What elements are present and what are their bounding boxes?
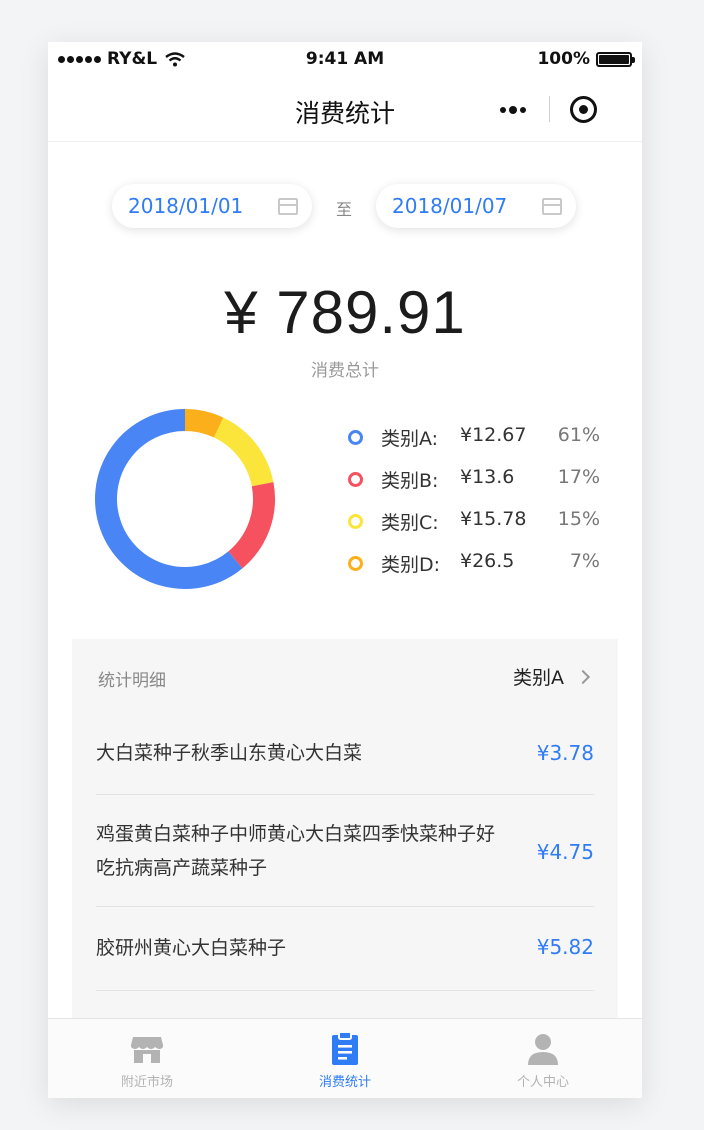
donut-slice-c (213, 417, 274, 487)
tab-bar: 附近市场 消费统计 个人中心 (48, 1018, 642, 1098)
legend-ring-icon (348, 472, 363, 487)
total-amount: ¥ 789.91 (224, 279, 466, 346)
page-title: 消费统计 (294, 99, 395, 128)
legend-ring-icon (348, 514, 363, 529)
chart-legend: 类别A: ¥12.67 61% 类别B: ¥13.6 17% 类别C: ¥15.78 15% 类别… (348, 422, 618, 590)
battery-group: 100% (537, 49, 635, 69)
spending-donut-chart (95, 409, 275, 589)
legend-category: 类别C: (381, 512, 439, 534)
chevron-right-icon (575, 669, 591, 684)
detail-header: 统计明细 类别A (72, 639, 618, 711)
list-item[interactable]: 胶研州黄心大白菜种子 ¥5.82 (96, 907, 594, 991)
tab-personal-center[interactable]: 个人中心 (444, 1019, 642, 1098)
legend-percent: 15% (557, 508, 600, 530)
legend-ring-icon (348, 556, 363, 571)
legend-percent: 17% (557, 466, 600, 488)
donut-slice-a (95, 409, 243, 589)
battery-icon (596, 51, 635, 67)
donut-slice-b (228, 482, 275, 569)
tab-label: 个人中心 (516, 1075, 569, 1090)
tab-label: 附近市场 (120, 1075, 173, 1090)
tab-nearby-market[interactable]: 附近市场 (48, 1019, 246, 1098)
start-date-picker[interactable]: 2018/01/01 (112, 184, 312, 228)
start-date-value: 2018/01/01 (128, 194, 244, 218)
battery-percent: 100% (537, 49, 590, 69)
status-bar: RY&L 9:41 AM 100% (48, 42, 642, 76)
store-icon (131, 1037, 163, 1063)
item-price: ¥4.75 (536, 840, 594, 864)
tab-spending-stats[interactable]: 消费统计 (246, 1019, 444, 1098)
item-name: 鸡蛋黄白菜种子中师黄心大白菜四季快菜种子好吃抗病高产蔬菜种子 (96, 823, 496, 879)
end-date-value: 2018/01/07 (392, 194, 508, 218)
item-price: ¥3.78 (536, 741, 594, 765)
calendar-icon (542, 198, 562, 215)
donut-slice-d (184, 409, 224, 438)
legend-value: ¥15.78 (460, 508, 527, 530)
total-label: 消费总计 (311, 361, 379, 381)
phone-screen: RY&L 9:41 AM 100% 消费统计 2018/01/01 至 2018… (48, 42, 642, 1098)
user-icon (528, 1034, 558, 1065)
item-name: 胶研州黄心大白菜种子 (96, 937, 287, 959)
nav-divider (549, 96, 550, 122)
legend-percent: 7% (569, 550, 600, 572)
legend-item: 类别C: ¥15.78 15% (348, 506, 618, 548)
calendar-icon (278, 198, 298, 215)
legend-category: 类别B: (381, 470, 439, 492)
detail-section: 统计明细 类别A 大白菜种子秋季山东黄心大白菜 ¥3.78 鸡蛋黄白菜种子中师黄… (72, 639, 618, 1059)
legend-category: 类别D: (381, 554, 441, 576)
item-name: 大白菜种子秋季山东黄心大白菜 (96, 742, 363, 764)
legend-item: 类别B: ¥13.6 17% (348, 464, 618, 506)
nav-bar: 消费统计 (48, 76, 642, 142)
battery-level (599, 54, 629, 64)
legend-ring-icon (348, 430, 363, 445)
end-date-picker[interactable]: 2018/01/07 (376, 184, 576, 228)
date-separator: 至 (336, 200, 353, 219)
target-icon[interactable] (570, 96, 597, 123)
legend-item: 类别D: ¥26.5 7% (348, 548, 618, 590)
legend-category: 类别A: (381, 428, 439, 450)
category-filter-label: 类别A (513, 667, 564, 689)
item-price: ¥5.82 (536, 935, 594, 959)
more-dots-icon[interactable] (500, 106, 526, 114)
detail-title: 统计明细 (98, 671, 166, 691)
clipboard-icon (332, 1031, 358, 1065)
legend-item: 类别A: ¥12.67 61% (348, 422, 618, 464)
legend-value: ¥12.67 (460, 424, 527, 446)
legend-percent: 61% (557, 424, 600, 446)
tab-label: 消费统计 (318, 1075, 371, 1090)
legend-value: ¥26.5 (460, 550, 515, 572)
list-item[interactable]: 鸡蛋黄白菜种子中师黄心大白菜四季快菜种子好吃抗病高产蔬菜种子 ¥4.75 (96, 795, 594, 907)
category-filter[interactable]: 类别A (513, 663, 591, 690)
list-item[interactable]: 大白菜种子秋季山东黄心大白菜 ¥3.78 (96, 711, 594, 795)
legend-value: ¥13.6 (460, 466, 515, 488)
